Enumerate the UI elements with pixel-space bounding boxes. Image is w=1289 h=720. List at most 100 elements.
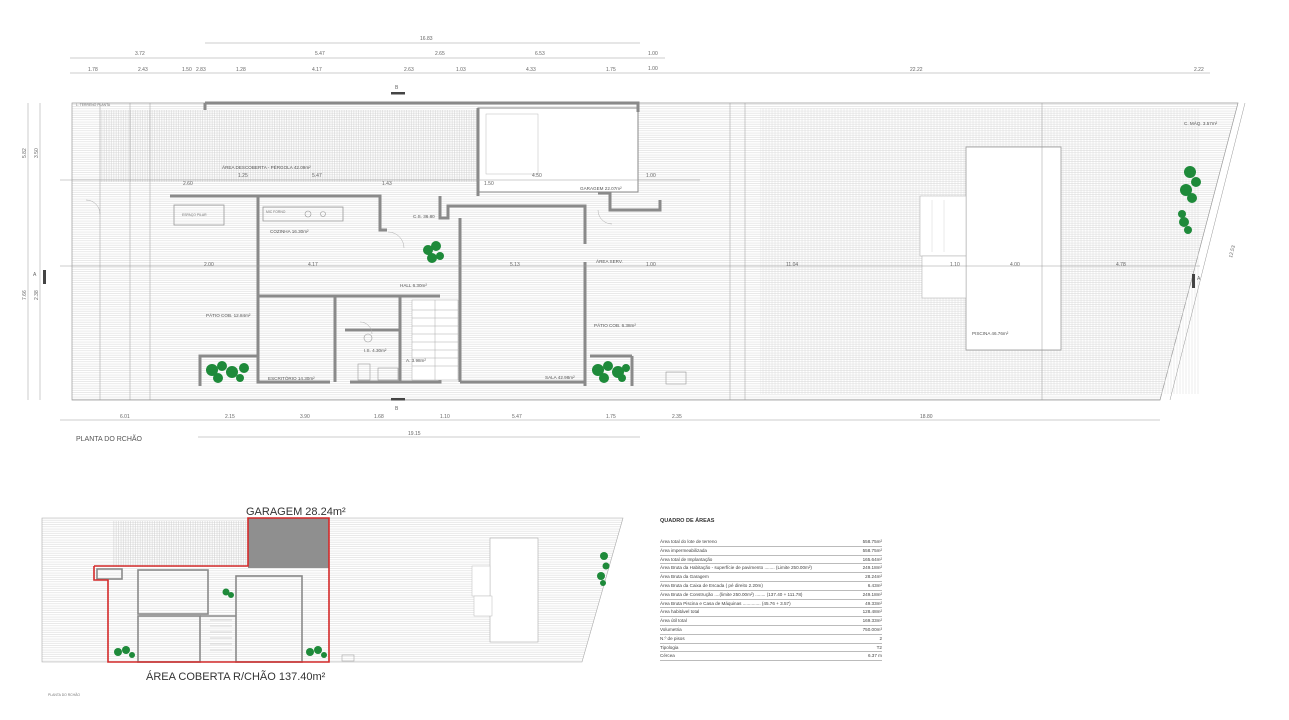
svg-text:4.78: 4.78 <box>1116 262 1126 268</box>
svg-text:1.50: 1.50 <box>484 181 494 187</box>
svg-text:16.83: 16.83 <box>420 36 433 42</box>
areas-row-label: Área Bruta da Habitação - superfície de … <box>660 565 812 571</box>
areas-row-value: 558.75m² <box>862 539 882 544</box>
svg-text:4.17: 4.17 <box>308 262 318 268</box>
svg-text:12.53: 12.53 <box>1228 245 1237 259</box>
svg-text:2.60: 2.60 <box>183 181 193 187</box>
room-escritorio: ESCRITÓRIO 14.30m² <box>268 375 315 381</box>
svg-text:11.04: 11.04 <box>786 262 798 268</box>
room-maquinas: C. MÁQ. 3.57m² <box>1184 120 1218 126</box>
svg-text:1.10: 1.10 <box>950 262 960 268</box>
svg-text:2.43: 2.43 <box>138 67 148 73</box>
svg-text:1.00: 1.00 <box>648 66 658 72</box>
svg-text:1.03: 1.03 <box>456 67 466 73</box>
areas-row-label: N.º de pisos <box>660 635 685 641</box>
areas-title: QUADRO DE ÁREAS <box>660 518 715 524</box>
room-cs: C.S. 36.80 <box>413 214 435 219</box>
areas-row-label: Área impermeabilizada <box>660 547 707 553</box>
room-limite: L. TERRENO PLANTA <box>76 103 111 107</box>
areas-row: Área Bruta da Habitação - superfície de … <box>660 564 882 574</box>
top-dimensions: 16.83 1.00 3.72 5.47 2.65 6.53 1.00 1.78… <box>88 36 1204 73</box>
areas-row: N.º de pisos 2 <box>660 635 882 644</box>
plan-title: PLANTA DO RCHÃO <box>76 434 143 443</box>
areas-row-label: Área total de Implantação <box>660 556 713 562</box>
svg-text:5.47: 5.47 <box>512 414 522 420</box>
areas-row: Área útil total 169.33m² <box>660 617 882 626</box>
svg-text:3.50: 3.50 <box>34 148 40 158</box>
section-b-bottom: B <box>395 406 399 412</box>
areas-table: QUADRO DE ÁREAS Área total do lote de te… <box>660 518 882 662</box>
svg-text:5.47: 5.47 <box>312 173 322 179</box>
areas-row-value: 750.00m³ <box>862 626 882 632</box>
areas-row: Área Bruta da Caixa de Escada ( pé direi… <box>660 582 882 591</box>
areas-row-label: Cércea <box>660 653 675 659</box>
areas-row-label: Área total do lote de terreno <box>660 539 717 544</box>
room-patio-left: PÁTIO COB. 12.84m² <box>206 312 251 318</box>
svg-text:2.15: 2.15 <box>225 414 235 420</box>
svg-text:2.65: 2.65 <box>435 51 445 57</box>
svg-text:2.38: 2.38 <box>34 290 40 300</box>
svg-text:2.35: 2.35 <box>672 414 682 420</box>
areas-row-label: Área habitável total <box>660 609 700 615</box>
staircase <box>411 299 459 381</box>
svg-text:1.10: 1.10 <box>440 414 450 420</box>
svg-text:4.17: 4.17 <box>312 67 322 73</box>
svg-text:2.22: 2.22 <box>1194 67 1204 73</box>
areas-row: Área Bruta Piscina e Casa de Máquinas ..… <box>660 600 882 609</box>
areas-row: Área impermeabilizada 558.75m² <box>660 547 882 556</box>
svg-text:2.83: 2.83 <box>196 67 206 73</box>
areas-row-value: T2 <box>876 644 882 650</box>
svg-text:5.13: 5.13 <box>510 262 520 268</box>
areas-row-value: 165.64m² <box>862 556 882 562</box>
section-b-top: B <box>395 85 399 91</box>
areas-row-value: 6.37 m <box>867 653 882 659</box>
areas-row: Área total de Implantação 165.64m² <box>660 556 882 565</box>
areas-row-label: Área Bruta de Construção ....(limite 250… <box>660 591 803 597</box>
svg-text:3.72: 3.72 <box>135 51 145 57</box>
areas-row-label: Volumetria <box>660 626 682 632</box>
svg-text:1.25: 1.25 <box>238 173 248 179</box>
svg-text:1.75: 1.75 <box>606 67 616 73</box>
garage-area <box>477 107 639 193</box>
mini-area-label: ÁREA COBERTA R/CHÃO 137.40m² <box>146 670 326 683</box>
svg-text:18.80: 18.80 <box>920 414 933 420</box>
svg-text:1.68: 1.68 <box>374 414 384 420</box>
mini-caption: PLANTA DO RCHÃO <box>48 692 80 697</box>
svg-text:1.78: 1.78 <box>88 67 98 73</box>
mini-garagem-label: GARAGEM 28.24m² <box>246 506 346 518</box>
areas-row: Cércea 6.37 m <box>660 652 882 662</box>
svg-text:5.82: 5.82 <box>22 148 28 158</box>
svg-text:1.50: 1.50 <box>182 67 192 73</box>
svg-text:2.63: 2.63 <box>404 67 414 73</box>
room-mic-forno: MIC FORNO <box>266 210 286 214</box>
svg-text:1.00: 1.00 <box>648 51 658 57</box>
pergola-hatch <box>100 110 478 182</box>
svg-text:22.22: 22.22 <box>910 67 923 73</box>
svg-text:4.33: 4.33 <box>526 67 536 73</box>
svg-text:1.00: 1.00 <box>646 173 656 179</box>
svg-text:7.66: 7.66 <box>22 290 28 300</box>
floor-plan-drawing: B B A A 16.83 1.00 3.72 5.47 2.65 6.53 1… <box>22 36 1246 697</box>
areas-row-value: 169.33m² <box>862 618 882 624</box>
areas-row-value: 249.18m² <box>862 565 882 571</box>
svg-text:6.53: 6.53 <box>535 51 545 57</box>
room-garagem: GARAGEM 22.07m² <box>580 186 622 191</box>
room-cozinha: COZINHA 16.30m² <box>270 229 309 234</box>
areas-row-value: 249.18m² <box>862 591 882 597</box>
mini-garage-fill <box>248 518 329 568</box>
areas-row-value: 2 <box>879 635 882 641</box>
areas-row-label: Área Bruta da Caixa de Escada ( pé direi… <box>660 582 763 588</box>
room-hall: HALL 6.30m² <box>400 283 427 288</box>
areas-rows: Área total do lote de terreno 558.75m² Áre… <box>660 538 882 662</box>
svg-text:1.75: 1.75 <box>606 414 616 420</box>
svg-text:1.28: 1.28 <box>236 67 246 73</box>
bottom-dimensions: 6.01 2.15 3.90 1.68 1.10 5.47 1.75 2.35 … <box>120 414 933 437</box>
svg-text:5.47: 5.47 <box>315 51 325 57</box>
svg-text:1.00: 1.00 <box>646 262 656 268</box>
pool <box>965 146 1062 351</box>
room-espaco-pilar: ESPAÇO PILAR <box>182 213 207 217</box>
areas-row-value: 128.48m² <box>862 609 882 615</box>
room-area-servico: ÁREA SERV. <box>596 258 623 264</box>
svg-text:1.43: 1.43 <box>382 181 392 187</box>
areas-row-label: Área Bruta Piscina e Casa de Máquinas ..… <box>660 600 791 606</box>
